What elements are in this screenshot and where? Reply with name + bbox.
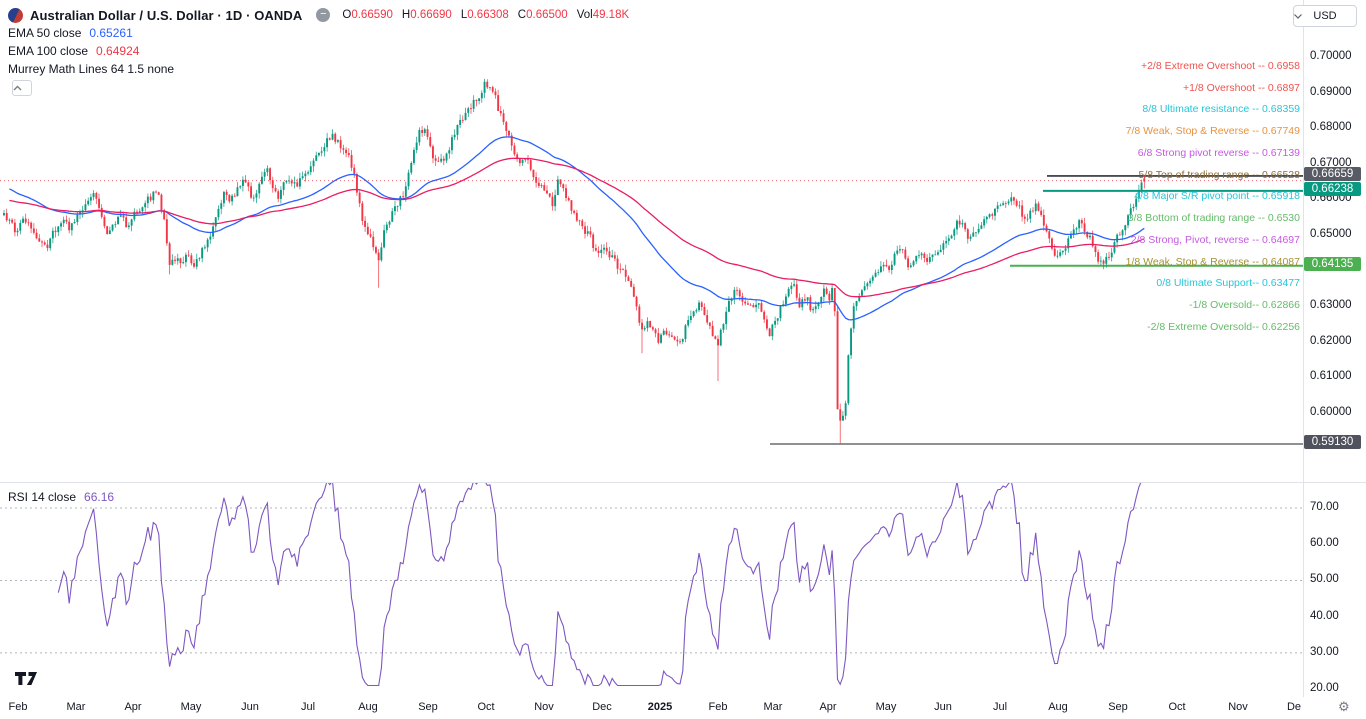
- time-label-Mar-1: Mar: [67, 701, 86, 713]
- legend-collapse-button[interactable]: [12, 80, 32, 96]
- price-tick-0.68000: 0.68000: [1310, 121, 1352, 133]
- ema100-value: 0.64924: [96, 44, 139, 58]
- ohlc-o: O0.66590: [342, 9, 393, 21]
- time-label-Oct-8: Oct: [477, 701, 494, 713]
- murrey-label-7: 3/8 Bottom of trading range -- 0.6530: [1128, 212, 1300, 224]
- murrey-label-12: -2/8 Extreme Oversold-- 0.62256: [1147, 321, 1300, 333]
- time-label-Jun-16: Jun: [934, 701, 952, 713]
- rsi-chart-canvas[interactable]: [0, 482, 1303, 697]
- murrey-label-5: 5/8 Top of trading range -- 0.66528: [1138, 169, 1300, 181]
- ema100-line: [9, 158, 1144, 296]
- time-label-De-22: De: [1287, 701, 1301, 713]
- price-tick-0.61000: 0.61000: [1310, 370, 1352, 382]
- time-label-Jun-4: Jun: [241, 701, 259, 713]
- ema50-value: 0.65261: [89, 26, 132, 40]
- ohlc-vol: Vol49.18K: [577, 9, 629, 21]
- price-tick-0.63000: 0.63000: [1310, 299, 1352, 311]
- gear-icon[interactable]: ⚙: [1338, 699, 1350, 715]
- time-label-Jul-17: Jul: [993, 701, 1007, 713]
- time-label-May-15: May: [876, 701, 897, 713]
- rsi-value: 66.16: [84, 490, 114, 504]
- price-tick-0.60000: 0.60000: [1310, 406, 1352, 418]
- murrey-label-1: +1/8 Overshoot -- 0.6897: [1183, 82, 1300, 94]
- price-axis-border: [1303, 0, 1304, 719]
- symbol-header: Australian Dollar / U.S. Dollar · 1D · O…: [8, 6, 629, 24]
- murrey-label-3: 7/8 Weak, Stop & Reverse -- 0.67749: [1126, 125, 1300, 137]
- murrey-label-10: 0/8 Ultimate Support-- 0.63477: [1156, 277, 1300, 289]
- currency-selector-button[interactable]: USD: [1293, 5, 1357, 27]
- ohlc-readout: O0.66590 H0.66690 L0.66308 C0.66500 Vol49.18…: [342, 9, 629, 21]
- time-axis[interactable]: ⚙ Feb Mar Apr May Jun Jul Aug Sep Oct Nov Dec 2025 F…: [0, 697, 1366, 719]
- time-label-Feb-12: Feb: [709, 701, 728, 713]
- murrey-label-6: 4/8 Major S/R pivot point -- 0.65918: [1134, 190, 1300, 202]
- trading-chart-app: Australian Dollar / U.S. Dollar · 1D · O…: [0, 0, 1366, 719]
- rsi-tick-40.00: 40.00: [1310, 610, 1339, 622]
- symbol-title[interactable]: Australian Dollar / U.S. Dollar · 1D · O…: [30, 8, 302, 23]
- time-label-Dec-10: Dec: [592, 701, 612, 713]
- murrey-label-4: 6/8 Strong pivot reverse -- 0.67139: [1138, 147, 1300, 159]
- rsi-tick-70.00: 70.00: [1310, 501, 1339, 513]
- price-tick-0.70000: 0.70000: [1310, 50, 1352, 62]
- ema100-label: EMA 100 close: [8, 44, 88, 58]
- minus-circle-icon[interactable]: −: [316, 8, 330, 22]
- ohlc-c: C0.66500: [518, 9, 568, 21]
- legend-ema50[interactable]: EMA 50 close 0.65261: [8, 26, 133, 40]
- ema50-line: [9, 137, 1144, 320]
- legend-ema100[interactable]: EMA 100 close 0.64924: [8, 44, 139, 58]
- price-badge-0.66659[interactable]: 0.66659: [1304, 167, 1361, 181]
- candles-up: [3, 82, 1143, 421]
- ohlc-l: L0.66308: [461, 9, 509, 21]
- murrey-label-0: +2/8 Extreme Overshoot -- 0.6958: [1141, 60, 1300, 72]
- rsi-tick-20.00: 20.00: [1310, 682, 1339, 694]
- chevron-up-icon: [13, 85, 22, 91]
- murrey-label-9: 1/8 Weak, Stop & Reverse -- 0.64087: [1126, 256, 1300, 268]
- rsi-tick-30.00: 30.00: [1310, 646, 1339, 658]
- price-badge-0.66238[interactable]: 0.66238: [1304, 182, 1361, 196]
- time-label-Mar-13: Mar: [764, 701, 783, 713]
- legend-murrey-math[interactable]: Murrey Math Lines 64 1.5 none: [8, 62, 174, 76]
- time-label-Apr-14: Apr: [819, 701, 836, 713]
- rsi-label: RSI 14 close: [8, 490, 76, 504]
- rsi-tick-60.00: 60.00: [1310, 537, 1339, 549]
- price-badge-0.64135[interactable]: 0.64135: [1304, 257, 1361, 271]
- time-label-Apr-2: Apr: [124, 701, 141, 713]
- time-label-Oct-20: Oct: [1168, 701, 1185, 713]
- murrey-label-11: -1/8 Oversold-- 0.62866: [1189, 299, 1300, 311]
- candle-wicks-up: [4, 79, 1142, 421]
- price-chart-canvas[interactable]: [0, 0, 1303, 482]
- price-tick-0.65000: 0.65000: [1310, 228, 1352, 240]
- chevron-down-icon: [1294, 14, 1302, 19]
- time-label-Jul-5: Jul: [301, 701, 315, 713]
- time-label-2025-11: 2025: [648, 701, 672, 713]
- price-tick-0.69000: 0.69000: [1310, 86, 1352, 98]
- time-label-Nov-21: Nov: [1228, 701, 1248, 713]
- candles-down: [6, 82, 1145, 421]
- ohlc-h: H0.66690: [402, 9, 452, 21]
- murrey-label-2: 8/8 Ultimate resistance -- 0.68359: [1142, 103, 1300, 115]
- price-tick-0.62000: 0.62000: [1310, 335, 1352, 347]
- time-label-Sep-19: Sep: [1108, 701, 1128, 713]
- rsi-line: [58, 482, 1144, 686]
- time-label-Aug-6: Aug: [358, 701, 378, 713]
- rsi-tick-50.00: 50.00: [1310, 573, 1339, 585]
- price-badge-0.59130[interactable]: 0.59130: [1304, 435, 1361, 449]
- ema50-label: EMA 50 close: [8, 26, 81, 40]
- time-label-May-3: May: [181, 701, 202, 713]
- time-label-Nov-9: Nov: [534, 701, 554, 713]
- legend-rsi[interactable]: RSI 14 close 66.16: [8, 490, 114, 504]
- murrey-label-8: 2/8 Strong, Pivot, reverse -- 0.64697: [1131, 234, 1300, 246]
- candle-wicks-down: [7, 79, 1145, 443]
- time-label-Feb-0: Feb: [9, 701, 28, 713]
- tradingview-logo[interactable]: [14, 670, 42, 687]
- currency-label: USD: [1313, 10, 1336, 22]
- time-label-Sep-7: Sep: [418, 701, 438, 713]
- pane-divider[interactable]: [0, 482, 1366, 483]
- time-label-Aug-18: Aug: [1048, 701, 1068, 713]
- symbol-logo-icon: [8, 8, 23, 23]
